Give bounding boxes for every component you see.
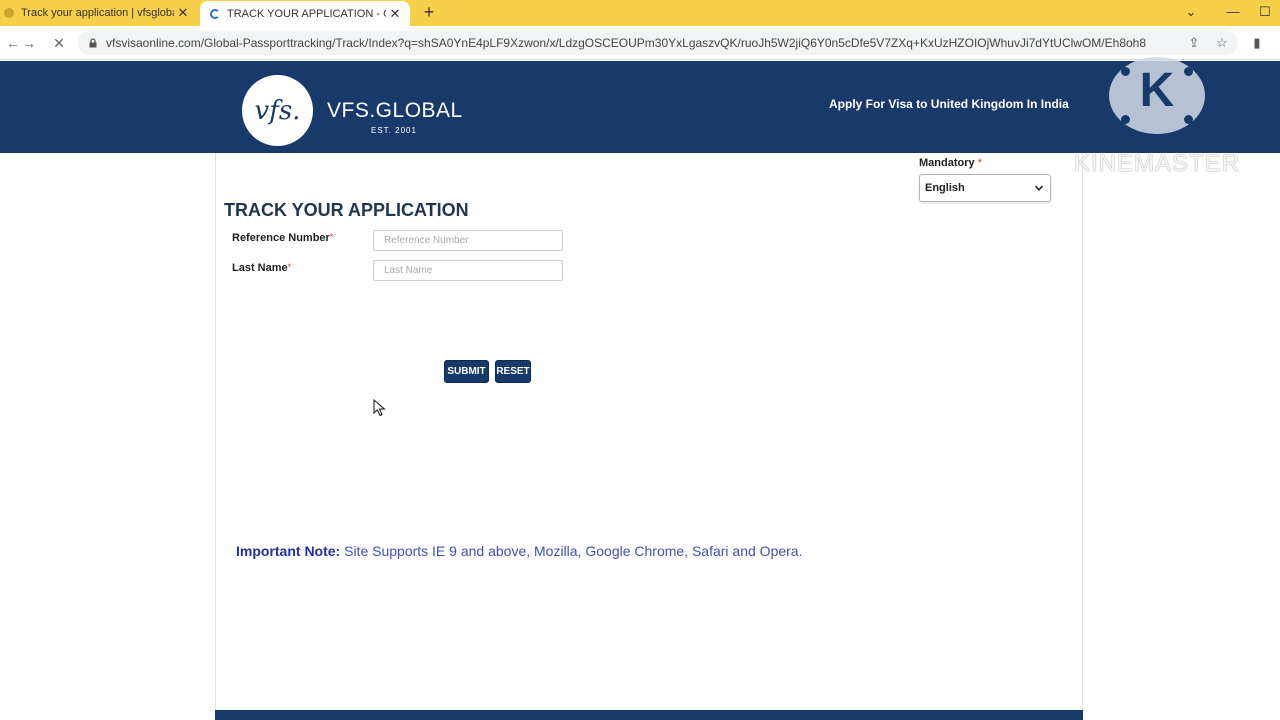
content-panel bbox=[215, 153, 1083, 720]
forward-arrow-icon[interactable]: → bbox=[20, 34, 38, 52]
star-icon[interactable]: ☆ bbox=[1214, 35, 1230, 51]
page-title: TRACK YOUR APPLICATION bbox=[224, 200, 469, 220]
last-name-label: Last Name* bbox=[232, 262, 292, 274]
language-selected-value: English bbox=[925, 182, 965, 194]
share-icon[interactable]: ⇪ bbox=[1186, 35, 1202, 51]
reference-number-label: Reference Number* bbox=[232, 232, 334, 244]
language-label: Mandatory * bbox=[919, 157, 982, 169]
footer-bar bbox=[215, 710, 1083, 720]
stop-loading-icon[interactable]: ✕ bbox=[50, 34, 68, 52]
cursor-arrow-icon bbox=[373, 399, 386, 417]
browser-tab-bar: Track your application | vfsglobal ✕ TRA… bbox=[0, 0, 1280, 26]
close-tab-icon[interactable]: ✕ bbox=[174, 5, 192, 21]
browser-tab[interactable]: Track your application | vfsglobal ✕ bbox=[0, 0, 198, 26]
watermark-dot bbox=[1121, 115, 1130, 124]
new-tab-button[interactable]: + bbox=[420, 2, 438, 22]
tab-favicon-icon bbox=[4, 8, 14, 18]
reference-number-input[interactable] bbox=[373, 230, 563, 251]
kinemaster-logo-icon: K bbox=[1109, 57, 1205, 134]
important-note-label: Important Note: bbox=[236, 543, 341, 559]
url-text: vfsvisaonline.com/Global-Passporttrackin… bbox=[106, 36, 1147, 50]
brand-established: EST. 2001 bbox=[371, 126, 417, 135]
tab-title: Track your application | vfsglobal bbox=[21, 7, 174, 19]
loading-spinner-icon bbox=[210, 8, 220, 19]
browser-tab-active[interactable]: TRACK YOUR APPLICATION - Ol ✕ bbox=[200, 1, 410, 26]
submit-button[interactable]: SUBMIT bbox=[444, 360, 489, 383]
sidebar-icon[interactable]: ▮ bbox=[1249, 35, 1265, 51]
last-name-input[interactable] bbox=[373, 260, 563, 281]
browser-address-bar: ← → ✕ vfsvisaonline.com/Global-Passportt… bbox=[0, 26, 1280, 60]
apply-visa-link[interactable]: Apply For Visa to United Kingdom In Indi… bbox=[829, 97, 1069, 111]
watermark-dot bbox=[1121, 67, 1130, 76]
chevron-down-icon[interactable]: ⌄ bbox=[1176, 0, 1206, 26]
logo-mark: vfs. bbox=[254, 95, 301, 126]
important-note: Important Note: Site Supports IE 9 and a… bbox=[236, 543, 802, 559]
maximize-icon[interactable]: ☐ bbox=[1250, 0, 1280, 26]
watermark-dot bbox=[1184, 115, 1193, 124]
minimize-icon[interactable]: — bbox=[1218, 0, 1248, 26]
tab-title: TRACK YOUR APPLICATION - Ol bbox=[227, 7, 386, 20]
watermark-text: KINEMASTER bbox=[1074, 150, 1241, 177]
site-header: vfs. VFS.GLOBAL EST. 2001 Apply For Visa… bbox=[0, 61, 1280, 153]
url-field[interactable]: vfsvisaonline.com/Global-Passporttrackin… bbox=[78, 31, 1238, 55]
brand-name: VFS.GLOBAL bbox=[327, 99, 463, 122]
close-tab-icon[interactable]: ✕ bbox=[386, 6, 404, 22]
watermark-dot bbox=[1184, 67, 1193, 76]
vfs-logo[interactable]: vfs. bbox=[242, 75, 313, 146]
language-select[interactable]: English bbox=[919, 174, 1051, 202]
important-note-text: Site Supports IE 9 and above, Mozilla, G… bbox=[344, 543, 803, 559]
chevron-down-icon bbox=[1034, 185, 1044, 191]
lock-icon bbox=[89, 38, 97, 48]
reset-button[interactable]: RESET bbox=[495, 360, 531, 383]
